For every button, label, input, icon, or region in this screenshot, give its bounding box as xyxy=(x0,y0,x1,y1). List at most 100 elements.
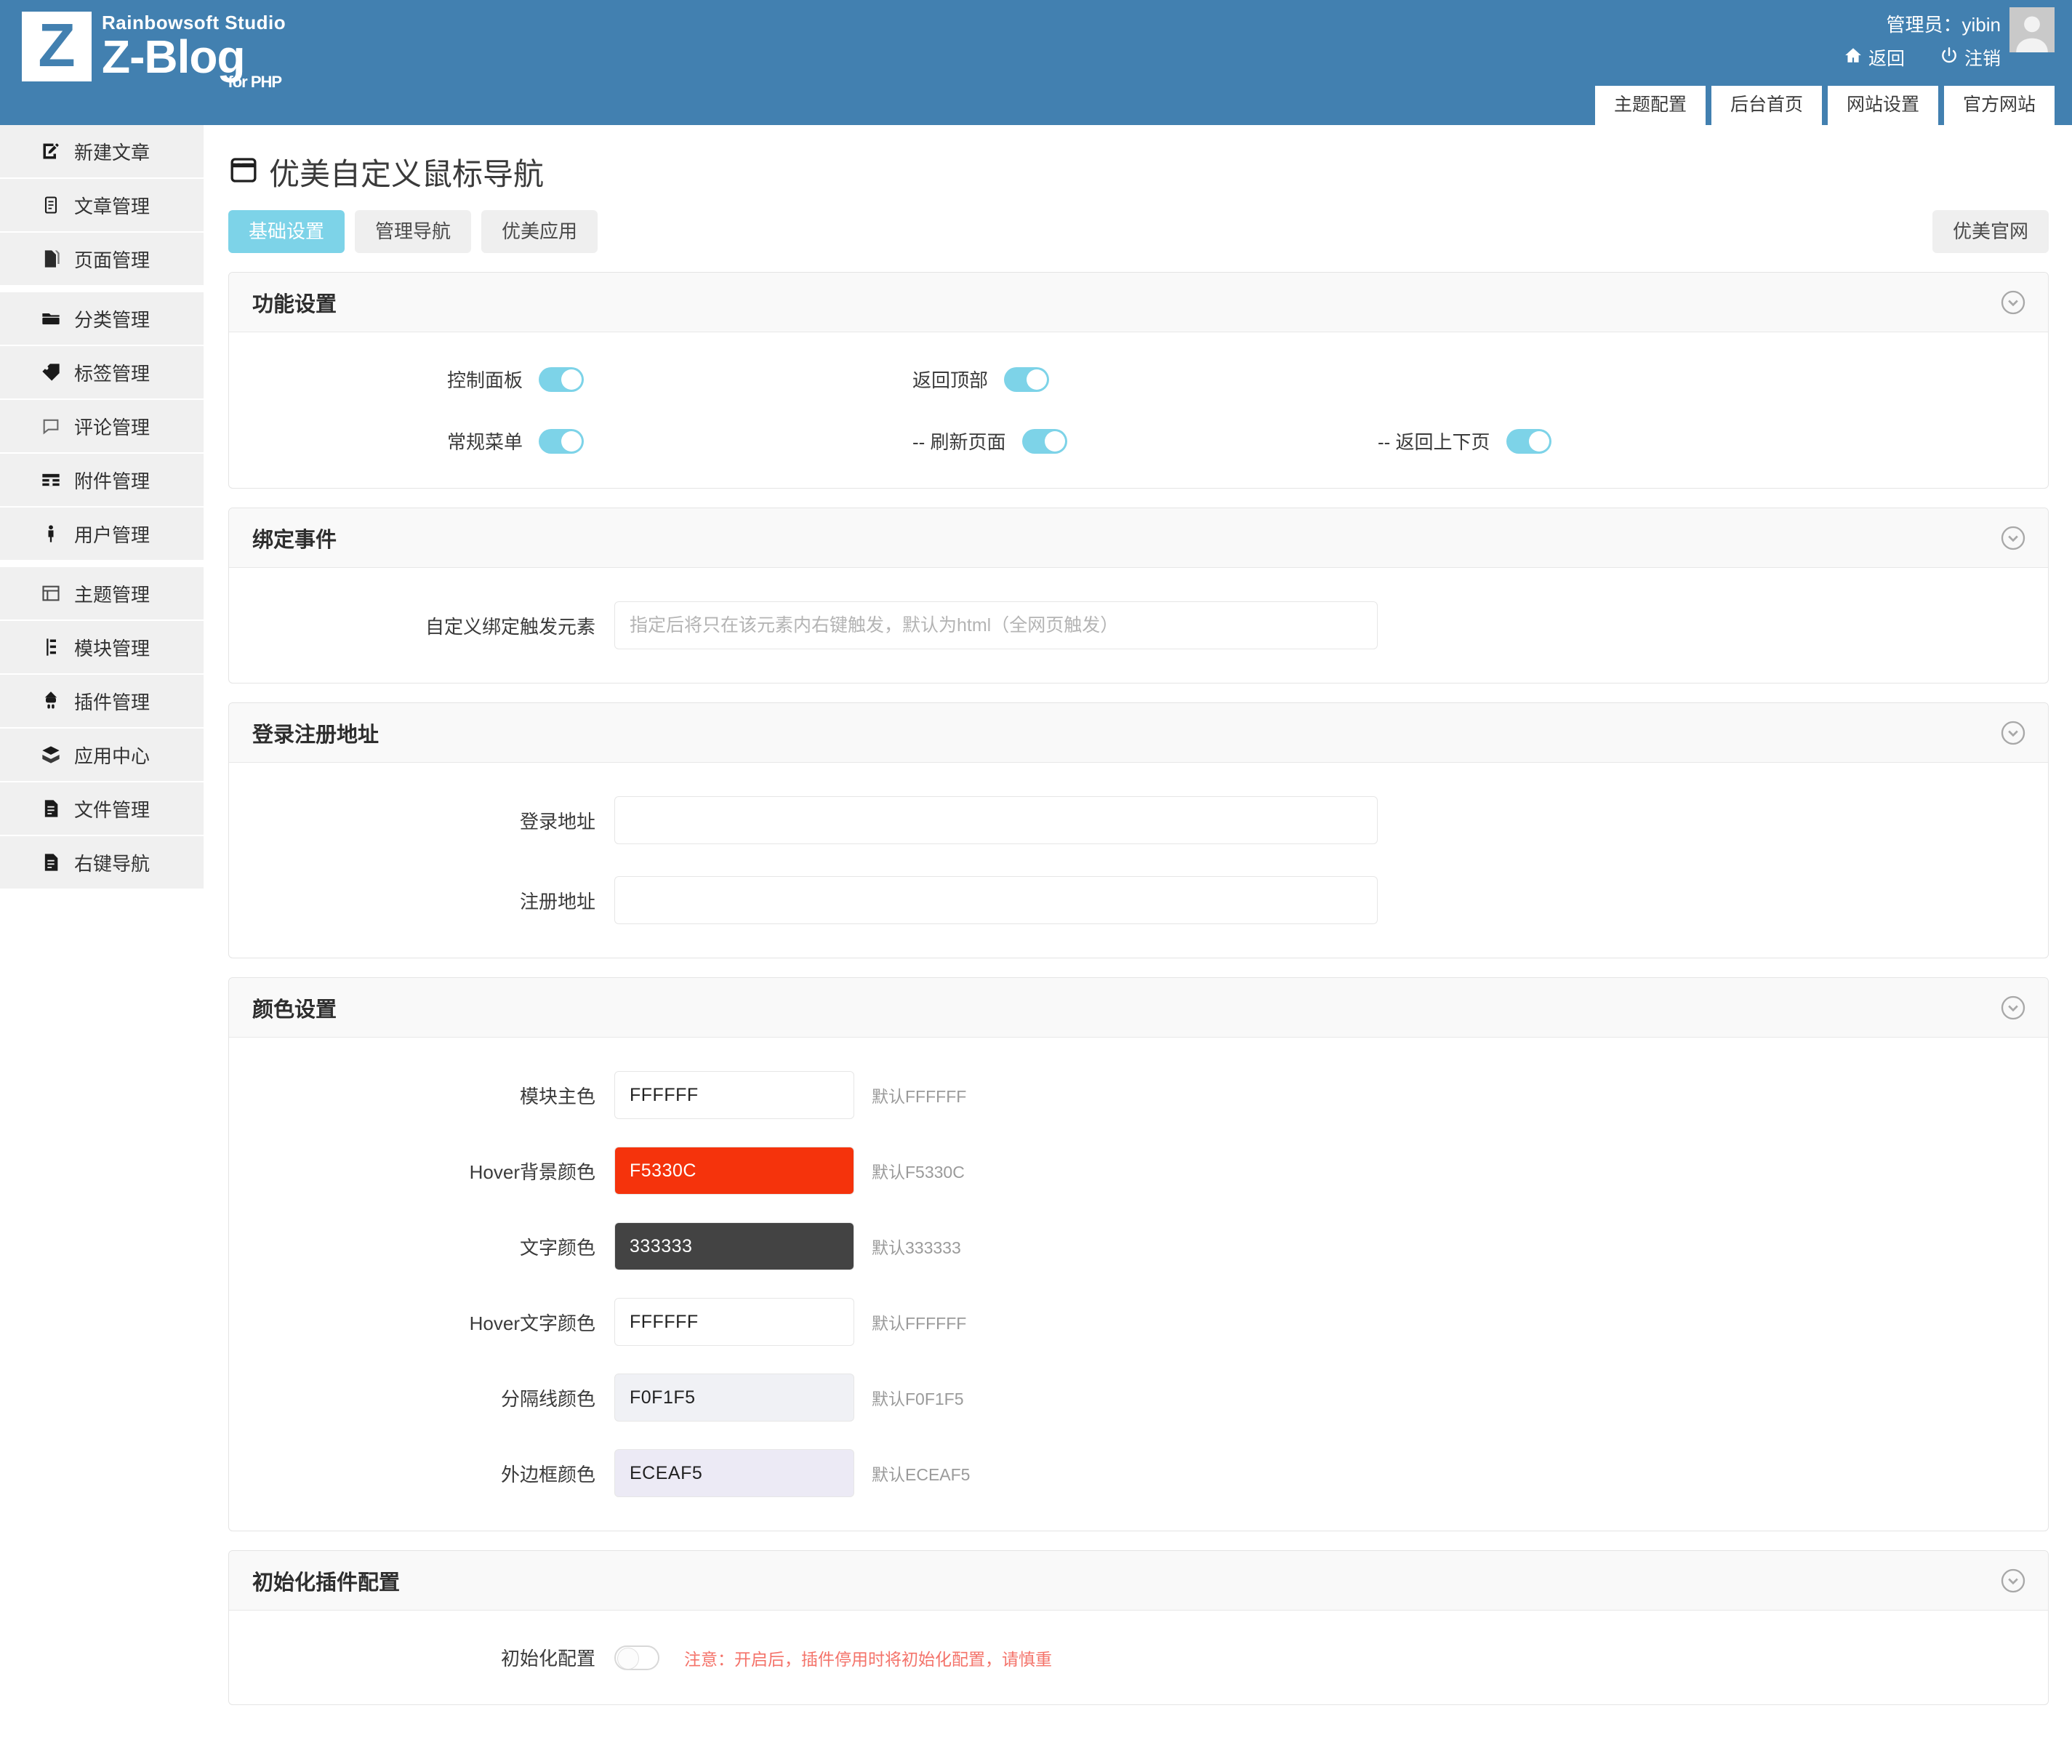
tab-manage-nav[interactable]: 管理导航 xyxy=(355,210,472,254)
logout-link[interactable]: 注销 xyxy=(1940,44,2001,71)
sidebar-item-label: 分类管理 xyxy=(74,308,150,331)
sidebar-item-right-click-nav[interactable]: 右键导航 xyxy=(0,836,204,889)
brand-logo[interactable]: Z Rainbowsoft Studio Z-Blog for PHP xyxy=(22,12,286,90)
sidebar-item-label: 标签管理 xyxy=(74,362,150,385)
sidebar-item-category-manage[interactable]: 分类管理 xyxy=(0,292,204,345)
color-hint: 默认FFFFFF xyxy=(872,1087,967,1107)
module-icon xyxy=(39,636,63,659)
toggle-prev-next-page: -- 返回上下页 xyxy=(1160,428,1625,454)
toggle-control-panel: 控制面板 xyxy=(229,366,694,393)
tag-icon xyxy=(39,361,63,384)
prev-next-page-switch[interactable] xyxy=(1506,428,1551,454)
text-color-input[interactable] xyxy=(614,1222,854,1271)
hover-text-color-input[interactable] xyxy=(614,1298,854,1347)
panel-color-settings: 颜色设置 模块主色 默认FFFFFF Hover背景颜色 默认F5330C xyxy=(228,977,2049,1532)
theme-icon xyxy=(39,582,63,605)
login-url-row: 登录地址 xyxy=(229,796,2048,845)
panel-bind-event: 绑定事件 自定义绑定触发元素 xyxy=(228,508,2049,684)
sidebar-item-label: 右键导航 xyxy=(74,852,150,875)
sidebar-item-comment-manage[interactable]: 评论管理 xyxy=(0,400,204,452)
sidebar-item-article-manage[interactable]: 文章管理 xyxy=(0,179,204,231)
sidebar-item-new-article[interactable]: 新建文章 xyxy=(0,125,204,177)
back-link[interactable]: 返回 xyxy=(1844,44,1905,71)
hover-bg-color-input[interactable] xyxy=(614,1147,854,1195)
power-icon xyxy=(1940,46,1959,70)
control-panel-switch[interactable] xyxy=(539,366,585,392)
sidebar-item-label: 文章管理 xyxy=(74,195,150,217)
nav-tab-site-settings[interactable]: 网站设置 xyxy=(1827,85,1938,125)
sidebar-item-user-manage[interactable]: 用户管理 xyxy=(0,508,204,560)
color-label: 文字颜色 xyxy=(519,1236,595,1259)
register-url-row: 注册地址 xyxy=(229,876,2048,925)
panel-body: 初始化配置 注意：开启后，插件停用时将初始化配置，请慎重 xyxy=(229,1611,2048,1704)
color-hint: 默认FFFFFF xyxy=(872,1314,967,1334)
bind-trigger-input[interactable] xyxy=(614,601,1378,650)
sidebar-item-module-manage[interactable]: 模块管理 xyxy=(0,621,204,673)
tab-basic-settings[interactable]: 基础设置 xyxy=(228,210,345,254)
compose-icon xyxy=(39,140,63,163)
official-site-button[interactable]: 优美官网 xyxy=(1932,210,2049,254)
sidebar-item-label: 模块管理 xyxy=(74,637,150,660)
panel-header: 绑定事件 xyxy=(229,508,2048,569)
official-site-button-wrap: 优美官网 xyxy=(1932,210,2049,254)
panel-title: 初始化插件配置 xyxy=(252,1571,401,1595)
back-to-top-switch[interactable] xyxy=(1004,366,1050,392)
outer-border-color-input[interactable] xyxy=(614,1449,854,1498)
sidebar-item-theme-manage[interactable]: 主题管理 xyxy=(0,567,204,620)
sidebar-item-tag-manage[interactable]: 标签管理 xyxy=(0,346,204,398)
color-hint: 默认F0F1F5 xyxy=(872,1390,964,1409)
login-url-input[interactable] xyxy=(614,796,1378,845)
function-toggle-grid: 控制面板 返回顶部 常规菜单 -- 刷新页面 -- 返回上下页 xyxy=(229,366,2048,454)
chevron-down-circle-icon[interactable] xyxy=(1999,1566,2028,1595)
logo-brand-text: Z-Blog xyxy=(102,31,246,83)
color-label: 分隔线颜色 xyxy=(500,1387,595,1410)
init-config-label: 初始化配置 xyxy=(500,1648,595,1670)
color-row-hover-bg: Hover背景颜色 默认F5330C xyxy=(229,1147,2048,1195)
divider-color-input[interactable] xyxy=(614,1374,854,1422)
sidebar-item-page-manage[interactable]: 页面管理 xyxy=(0,233,204,285)
user-info: 管理员：yibin 返回 注销 xyxy=(1844,7,2001,71)
sidebar-item-attachment-manage[interactable]: 附件管理 xyxy=(0,454,204,506)
chevron-down-circle-icon[interactable] xyxy=(1999,718,2028,747)
header-nav-tabs: 主题配置 后台首页 网站设置 官方网站 xyxy=(1594,85,2055,125)
logo-studio: Rainbowsoft Studio xyxy=(102,12,286,33)
init-config-row: 初始化配置 注意：开启后，插件停用时将初始化配置，请慎重 xyxy=(229,1644,2048,1671)
normal-menu-switch[interactable] xyxy=(539,428,585,454)
login-url-label: 登录地址 xyxy=(519,810,595,833)
tab-youmei-app[interactable]: 优美应用 xyxy=(481,210,598,254)
toggle-label: 返回顶部 xyxy=(912,369,989,392)
window-icon xyxy=(228,156,259,188)
chevron-down-circle-icon[interactable] xyxy=(1999,288,2028,317)
logout-link-label: 注销 xyxy=(1964,49,2001,69)
nav-tab-theme-config[interactable]: 主题配置 xyxy=(1594,85,1706,125)
sidebar-item-label: 用户管理 xyxy=(74,524,150,546)
user-icon xyxy=(39,522,63,545)
panel-title: 登录注册地址 xyxy=(252,723,380,747)
init-config-switch[interactable] xyxy=(614,1645,659,1670)
color-label: 模块主色 xyxy=(519,1085,595,1107)
chevron-down-circle-icon[interactable] xyxy=(1999,993,2028,1022)
attachment-icon xyxy=(39,468,63,492)
sidebar-item-app-center[interactable]: 应用中心 xyxy=(0,729,204,781)
folder-icon xyxy=(39,307,63,330)
sidebar-item-label: 评论管理 xyxy=(74,416,150,438)
panel-title: 绑定事件 xyxy=(252,528,337,552)
color-row-text: 文字颜色 默认333333 xyxy=(229,1222,2048,1271)
refresh-page-switch[interactable] xyxy=(1021,428,1067,454)
nav-tab-dashboard[interactable]: 后台首页 xyxy=(1711,85,1822,125)
sidebar-item-label: 主题管理 xyxy=(74,583,150,606)
chevron-down-circle-icon[interactable] xyxy=(1999,524,2028,553)
panel-body: 自定义绑定触发元素 xyxy=(229,568,2048,683)
panel-init-config: 初始化插件配置 初始化配置 注意：开启后，插件停用时将初始化配置，请慎重 xyxy=(228,1550,2049,1706)
sidebar-item-label: 插件管理 xyxy=(74,691,150,713)
sidebar-item-plugin-manage[interactable]: 插件管理 xyxy=(0,675,204,727)
color-row-module-main: 模块主色 默认FFFFFF xyxy=(229,1071,2048,1120)
avatar[interactable] xyxy=(2009,7,2055,52)
register-url-input[interactable] xyxy=(614,876,1378,925)
module-main-color-input[interactable] xyxy=(614,1071,854,1120)
user-name-label: 管理员：yibin xyxy=(1886,14,2001,36)
sidebar-item-file-manage[interactable]: 文件管理 xyxy=(0,782,204,835)
bind-trigger-label: 自定义绑定触发元素 xyxy=(425,615,595,638)
bind-trigger-row: 自定义绑定触发元素 xyxy=(229,601,2048,650)
nav-tab-official-site[interactable]: 官方网站 xyxy=(1943,85,2055,125)
